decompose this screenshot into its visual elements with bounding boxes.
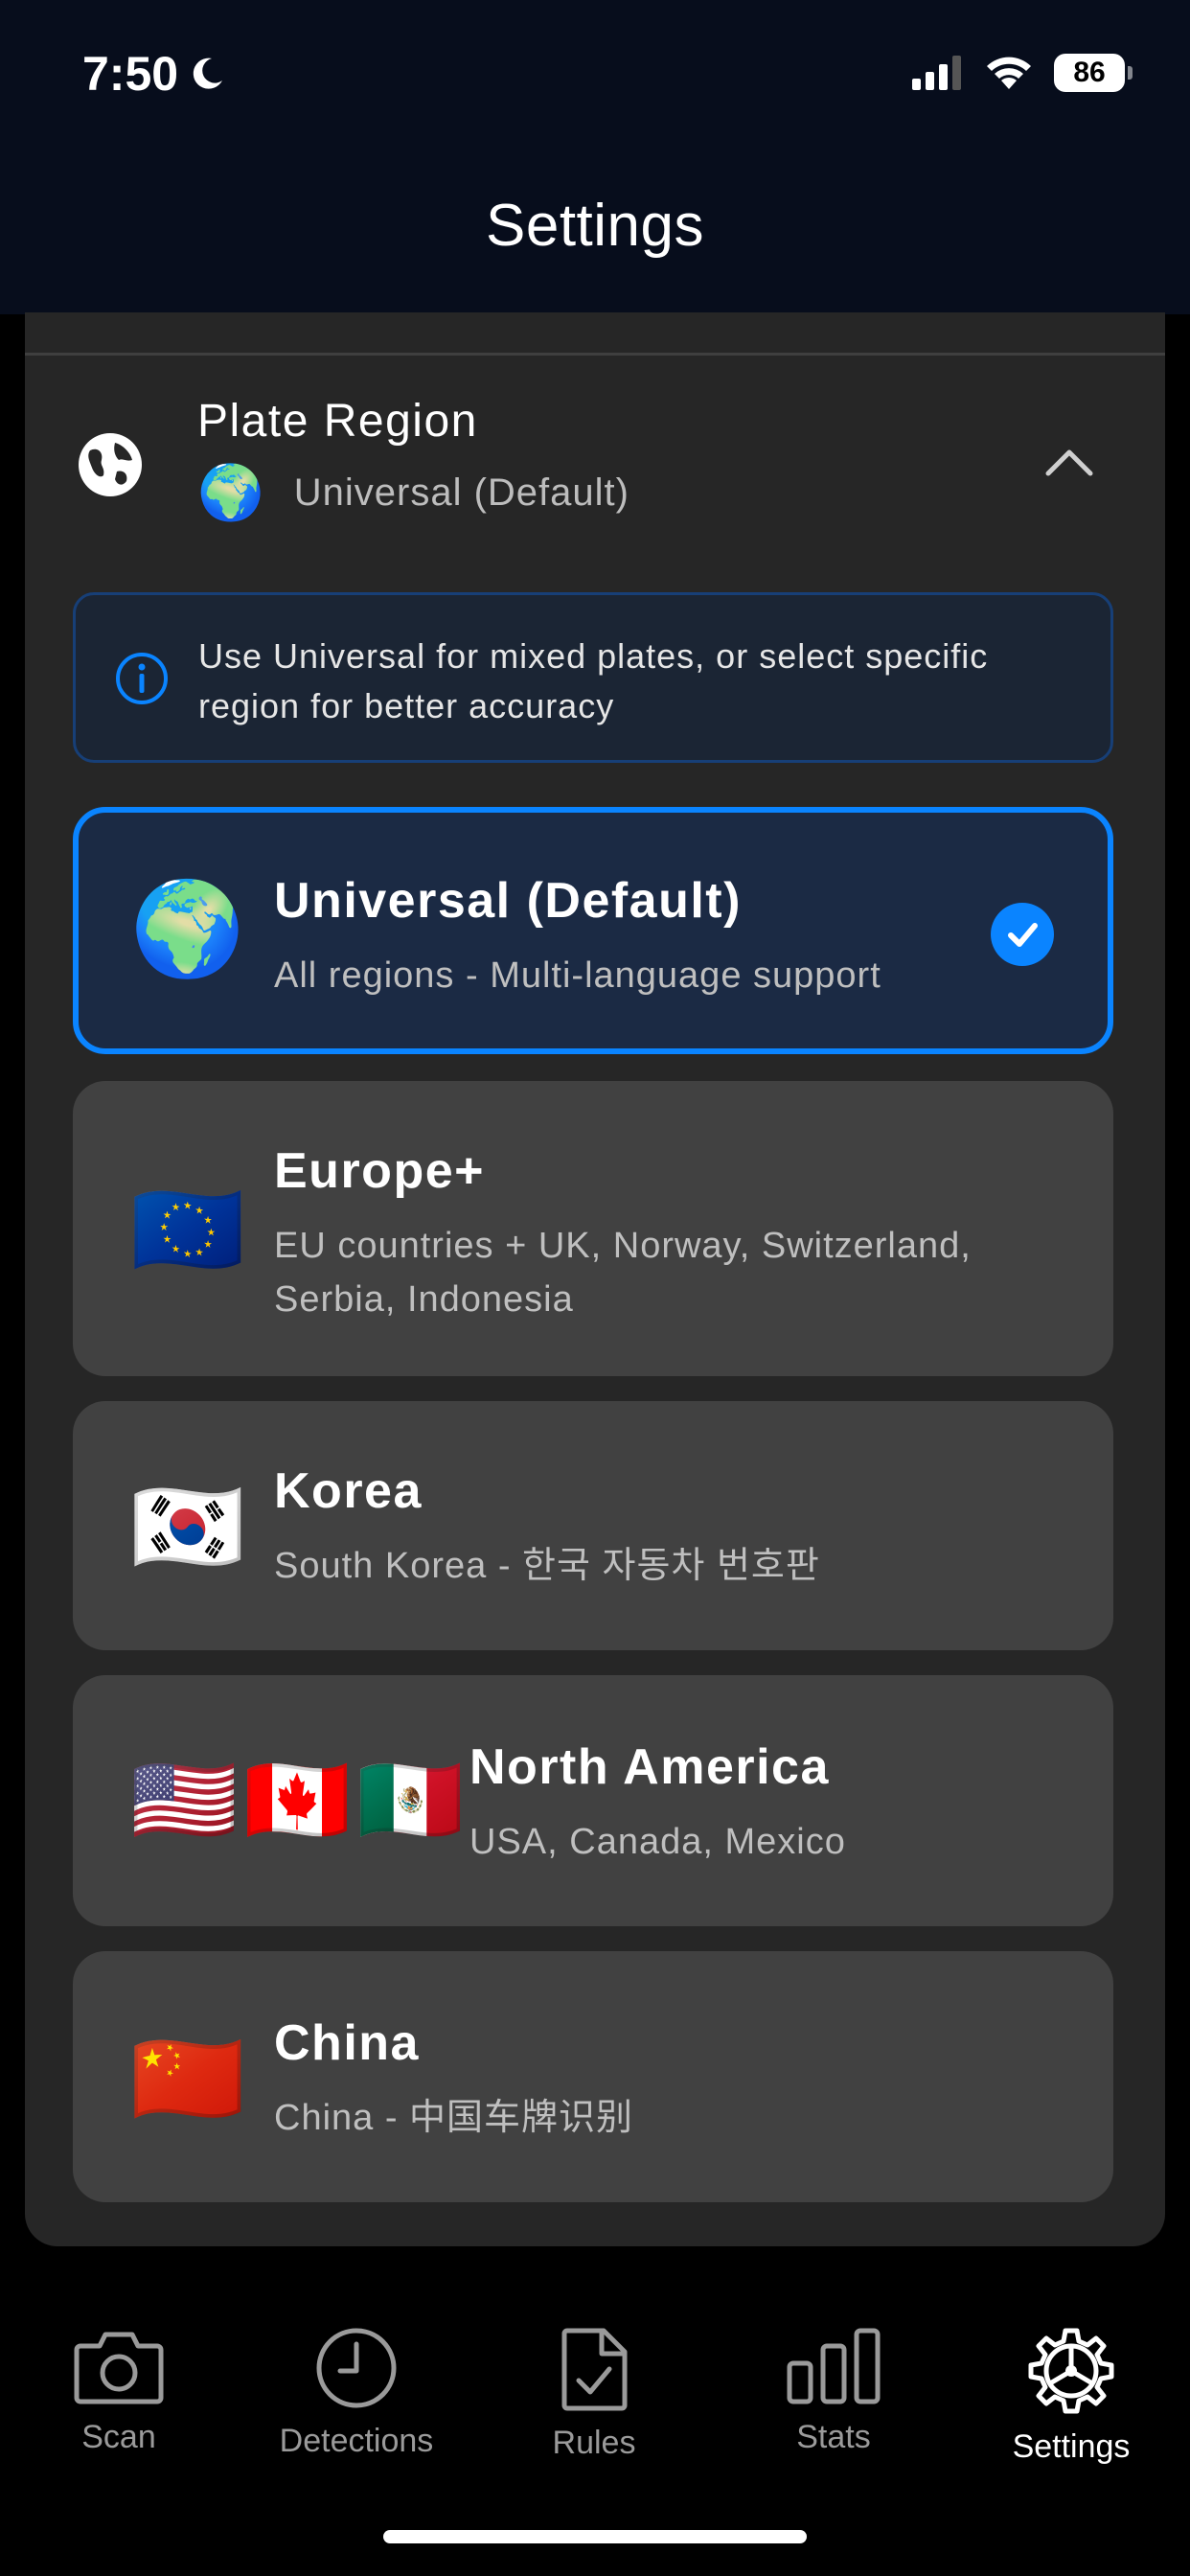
info-banner: Use Universal for mixed plates, or selec…: [73, 592, 1113, 763]
info-text: Use Universal for mixed plates, or selec…: [198, 636, 989, 725]
wifi-icon: [987, 57, 1031, 89]
tab-label: Stats: [796, 2419, 871, 2455]
chevron-up-icon[interactable]: [1042, 443, 1096, 481]
tab-settings[interactable]: Settings: [956, 2300, 1186, 2466]
region-title: China: [274, 2015, 420, 2071]
tab-rules[interactable]: Rules: [479, 2300, 709, 2462]
korea-flag-icon: 🇰🇷: [130, 1476, 245, 1578]
current-region-label: Universal (Default): [293, 471, 629, 514]
tab-scan[interactable]: Scan: [4, 2300, 234, 2456]
region-title: Europe+: [274, 1143, 485, 1199]
region-title: North America: [469, 1739, 830, 1795]
info-icon: [116, 653, 168, 704]
tab-bar: Scan Detections Rules Stats Settings: [0, 2300, 1190, 2492]
region-description: China - 中国车牌识别: [274, 2098, 634, 2138]
battery-indicator: 86: [1054, 54, 1133, 92]
tab-detections[interactable]: Detections: [241, 2300, 471, 2460]
camera-icon: [74, 2332, 164, 2404]
current-region: 🌍 Universal (Default): [197, 466, 629, 519]
region-description: USA, Canada, Mexico: [469, 1822, 846, 1862]
region-option-europe[interactable]: 🇪🇺 Europe+ EU countries + UK, Norway, Sw…: [73, 1081, 1113, 1376]
region-description: All regions - Multi-language support: [274, 955, 881, 996]
gear-icon: [1028, 2328, 1114, 2414]
section-title: Plate Region: [197, 396, 478, 447]
tab-stats[interactable]: Stats: [719, 2300, 949, 2456]
north-america-flags-icon: 🇺🇸🇨🇦🇲🇽: [130, 1753, 470, 1849]
status-time: 7:50: [82, 46, 226, 102]
signal-icon: [912, 56, 961, 90]
clock-icon: [316, 2328, 397, 2408]
region-description: EU countries + UK, Norway, Switzerland, …: [274, 1226, 972, 1320]
top-bar: 7:50 86 Settings: [0, 0, 1190, 314]
globe-emoji-icon: 🌍: [130, 878, 245, 980]
china-flag-icon: 🇨🇳: [130, 2028, 245, 2130]
globe-icon: [79, 433, 142, 496]
status-icons: 86: [912, 54, 1133, 92]
document-check-icon: [561, 2328, 628, 2411]
region-title: Universal (Default): [274, 873, 742, 929]
region-option-universal[interactable]: 🌍 Universal (Default) All regions - Mult…: [73, 807, 1113, 1054]
region-option-china[interactable]: 🇨🇳 China China - 中国车牌识别: [73, 1951, 1113, 2202]
region-description: South Korea - 한국 자동차 번호판: [274, 1546, 820, 1586]
region-option-north-america[interactable]: 🇺🇸🇨🇦🇲🇽 North America USA, Canada, Mexico: [73, 1675, 1113, 1926]
bar-chart-icon: [787, 2328, 881, 2404]
divider: [25, 353, 1165, 356]
page-title: Settings: [485, 193, 705, 259]
region-option-korea[interactable]: 🇰🇷 Korea South Korea - 한국 자동차 번호판: [73, 1401, 1113, 1650]
plate-region-card: Plate Region 🌍 Universal (Default) Use U…: [25, 312, 1165, 2246]
eu-flag-icon: 🇪🇺: [130, 1179, 245, 1281]
time-text: 7:50: [82, 47, 179, 101]
moon-icon: [193, 58, 223, 89]
tab-label: Rules: [552, 2425, 636, 2461]
tab-label: Scan: [81, 2419, 156, 2455]
current-region-emoji: 🌍: [197, 462, 265, 522]
battery-level: 86: [1073, 57, 1106, 88]
checkmark-icon: [991, 903, 1054, 966]
tab-label: Detections: [279, 2423, 434, 2459]
home-indicator[interactable]: [383, 2530, 807, 2543]
tab-label: Settings: [1012, 2428, 1131, 2465]
region-title: Korea: [274, 1463, 423, 1519]
